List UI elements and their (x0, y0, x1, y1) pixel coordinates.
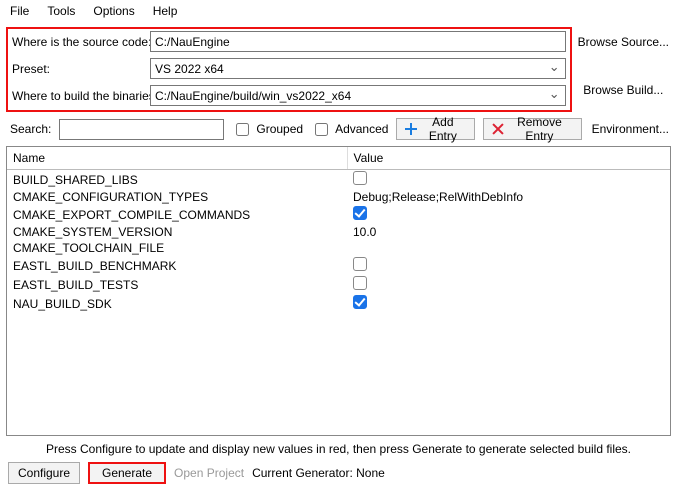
source-path-input[interactable] (150, 31, 566, 52)
cache-value-cell[interactable]: Debug;Release;RelWithDebInfo (347, 189, 670, 205)
browse-source-button[interactable]: Browse Source... (576, 33, 671, 51)
add-entry-button[interactable]: Add Entry (396, 118, 474, 140)
advanced-checkbox-input[interactable] (315, 123, 328, 136)
menu-bar: File Tools Options Help (0, 0, 677, 23)
x-icon (492, 123, 502, 135)
cache-name-cell: BUILD_SHARED_LIBS (7, 170, 347, 190)
open-project-button: Open Project (174, 466, 244, 480)
table-row[interactable]: CMAKE_TOOLCHAIN_FILE (7, 240, 670, 256)
value-checkbox[interactable] (353, 206, 367, 220)
cache-table-wrap: Name Value BUILD_SHARED_LIBSCMAKE_CONFIG… (6, 146, 671, 436)
table-row[interactable]: EASTL_BUILD_TESTS (7, 275, 670, 294)
browse-build-button[interactable]: Browse Build... (576, 81, 671, 99)
table-row[interactable]: CMAKE_SYSTEM_VERSION10.0 (7, 224, 670, 240)
grouped-checkbox[interactable]: Grouped (232, 120, 303, 139)
grouped-checkbox-label: Grouped (256, 122, 303, 136)
cache-value-cell[interactable] (347, 294, 670, 313)
menu-tools[interactable]: Tools (47, 4, 75, 18)
cache-value-cell[interactable] (347, 256, 670, 275)
menu-help[interactable]: Help (153, 4, 178, 18)
generate-button[interactable]: Generate (88, 462, 166, 484)
cache-toolbar: Search: Grouped Advanced Add Entry Remov… (0, 112, 677, 146)
cache-name-cell: CMAKE_SYSTEM_VERSION (7, 224, 347, 240)
advanced-checkbox-label: Advanced (335, 122, 388, 136)
hint-text: Press Configure to update and display ne… (0, 436, 677, 460)
cache-value-cell[interactable] (347, 240, 670, 256)
build-label: Where to build the binaries: (12, 89, 144, 103)
cache-table: Name Value BUILD_SHARED_LIBSCMAKE_CONFIG… (7, 147, 670, 313)
cache-name-cell: EASTL_BUILD_BENCHMARK (7, 256, 347, 275)
advanced-checkbox[interactable]: Advanced (311, 120, 388, 139)
cache-name-cell: CMAKE_CONFIGURATION_TYPES (7, 189, 347, 205)
value-checkbox[interactable] (353, 171, 367, 185)
menu-options[interactable]: Options (93, 4, 134, 18)
value-checkbox[interactable] (353, 257, 367, 271)
table-row[interactable]: EASTL_BUILD_BENCHMARK (7, 256, 670, 275)
remove-entry-button[interactable]: Remove Entry (483, 118, 582, 140)
cache-value-cell[interactable] (347, 170, 670, 190)
col-header-value[interactable]: Value (347, 147, 670, 170)
grouped-checkbox-input[interactable] (236, 123, 249, 136)
col-header-name[interactable]: Name (7, 147, 347, 170)
search-label: Search: (10, 122, 51, 136)
build-path-combo[interactable] (150, 85, 566, 106)
cache-value-cell[interactable] (347, 275, 670, 294)
table-row[interactable]: CMAKE_CONFIGURATION_TYPESDebug;Release;R… (7, 189, 670, 205)
preset-combo[interactable] (150, 58, 566, 79)
cache-name-cell: CMAKE_EXPORT_COMPILE_COMMANDS (7, 205, 347, 224)
cache-value-cell[interactable]: 10.0 (347, 224, 670, 240)
remove-entry-label: Remove Entry (506, 115, 572, 143)
paths-panel: Where is the source code: Preset: Where … (6, 27, 572, 112)
table-row[interactable]: BUILD_SHARED_LIBS (7, 170, 670, 190)
configure-button[interactable]: Configure (8, 462, 80, 484)
source-label: Where is the source code: (12, 35, 144, 49)
value-checkbox[interactable] (353, 276, 367, 290)
search-input[interactable] (59, 119, 224, 140)
preset-label: Preset: (12, 62, 144, 76)
value-checkbox[interactable] (353, 295, 367, 309)
table-row[interactable]: CMAKE_EXPORT_COMPILE_COMMANDS (7, 205, 670, 224)
cache-name-cell: EASTL_BUILD_TESTS (7, 275, 347, 294)
plus-icon (405, 123, 415, 135)
bottom-bar: Configure Generate Open Project Current … (0, 460, 677, 486)
menu-file[interactable]: File (10, 4, 29, 18)
cache-name-cell: NAU_BUILD_SDK (7, 294, 347, 313)
add-entry-label: Add Entry (420, 115, 466, 143)
cache-value-cell[interactable] (347, 205, 670, 224)
table-row[interactable]: NAU_BUILD_SDK (7, 294, 670, 313)
environment-button[interactable]: Environment... (590, 120, 671, 138)
cache-name-cell: CMAKE_TOOLCHAIN_FILE (7, 240, 347, 256)
current-generator-label: Current Generator: None (252, 466, 385, 480)
